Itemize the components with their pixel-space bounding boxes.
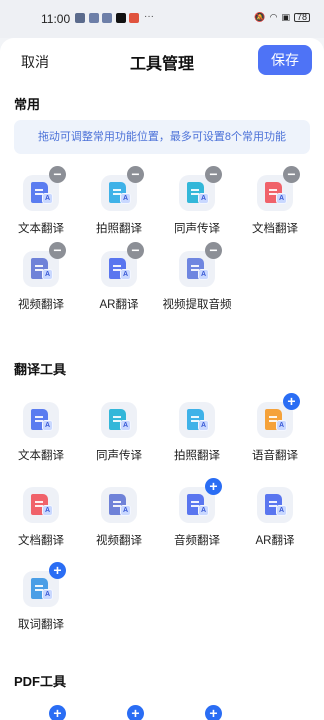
drag-hint: 拖动可调整常用功能位置，最多可设置8个常用功能 — [14, 120, 310, 154]
status-time: 11:00 — [41, 12, 71, 26]
tool-label: 视频翻译 — [96, 535, 142, 547]
add-icon[interactable]: + — [127, 705, 144, 720]
notification-icon — [102, 13, 112, 23]
tool-label: 视频提取音频 — [162, 299, 232, 311]
video-translate-icon: A — [101, 487, 137, 523]
tool-item[interactable]: A AR翻译 — [235, 487, 315, 565]
pdf-tool-item[interactable]: + — [1, 705, 81, 720]
wifi-icon: ◠ — [269, 12, 278, 22]
tool-label: 文档翻译 — [18, 535, 64, 547]
document-translate-icon: A — [23, 487, 59, 523]
tool-item[interactable]: A 同声传译 — [79, 402, 159, 480]
section-title-common: 常用 — [14, 97, 41, 112]
remove-icon[interactable]: − — [205, 166, 222, 183]
ar-translate-icon: A — [257, 487, 293, 523]
remove-icon[interactable]: − — [283, 166, 300, 183]
pdf-tool-item[interactable]: + — [157, 705, 237, 720]
section-title-translate-tools: 翻译工具 — [14, 362, 67, 377]
add-icon[interactable]: + — [205, 705, 222, 720]
pdf-tool-item[interactable]: + — [79, 705, 159, 720]
tiktok-icon — [116, 13, 126, 23]
tool-label: 拍照翻译 — [96, 223, 142, 235]
tool-label: 语音翻译 — [252, 450, 298, 462]
notification-icon — [129, 13, 139, 23]
notification-icon — [75, 13, 85, 23]
simultaneous-interpret-icon: A — [101, 402, 137, 438]
battery-icon: 78 — [294, 13, 310, 22]
tool-item[interactable]: A 文本翻译 — [1, 402, 81, 480]
status-bar: 11:00 ··· 🔕 ◠ ▣ 78 — [0, 0, 324, 38]
add-icon[interactable]: + — [283, 393, 300, 410]
tool-item[interactable]: A − 拍照翻译 — [79, 166, 159, 253]
tool-item[interactable]: A − 视频翻译 — [1, 242, 81, 329]
tool-label: 视频翻译 — [18, 299, 64, 311]
notification-icon — [89, 13, 99, 23]
tool-item[interactable]: A − 视频提取音频 — [157, 242, 237, 329]
tool-label: AR翻译 — [255, 535, 295, 547]
add-icon[interactable]: + — [49, 562, 66, 579]
remove-icon[interactable]: − — [49, 166, 66, 183]
tool-label: 音频翻译 — [174, 535, 220, 547]
save-button[interactable]: 保存 — [258, 45, 312, 75]
tool-item[interactable]: A − 文档翻译 — [235, 166, 315, 253]
mute-icon: 🔕 — [254, 12, 266, 22]
more-notifications-icon: ··· — [144, 11, 154, 22]
add-icon[interactable]: + — [49, 705, 66, 720]
remove-icon[interactable]: − — [127, 242, 144, 259]
sim-icon: ▣ — [281, 12, 290, 22]
photo-translate-icon: A — [179, 402, 215, 438]
remove-icon[interactable]: − — [205, 242, 222, 259]
tool-item[interactable]: A + 音频翻译 — [157, 478, 237, 565]
tool-item[interactable]: A + 语音翻译 — [235, 393, 315, 480]
tool-item[interactable]: A + 取词翻译 — [1, 562, 81, 649]
tool-label: 拍照翻译 — [174, 450, 220, 462]
tool-label: 同声传译 — [96, 450, 142, 462]
tool-item[interactable]: A − 同声传译 — [157, 166, 237, 253]
tool-item[interactable]: A 拍照翻译 — [157, 402, 237, 480]
add-icon[interactable]: + — [205, 478, 222, 495]
tool-label: 同声传译 — [174, 223, 220, 235]
section-title-pdf-tools: PDF工具 — [14, 674, 67, 689]
tool-item[interactable]: A 视频翻译 — [79, 487, 159, 565]
tool-label: 取词翻译 — [18, 619, 64, 631]
tool-management-sheet: 取消 工具管理 保存 常用 拖动可调整常用功能位置，最多可设置8个常用功能 A −… — [0, 38, 324, 720]
tool-label: 文本翻译 — [18, 450, 64, 462]
remove-icon[interactable]: − — [127, 166, 144, 183]
tool-label: AR翻译 — [99, 299, 139, 311]
tool-label: 文档翻译 — [252, 223, 298, 235]
tool-label: 文本翻译 — [18, 223, 64, 235]
text-translate-icon: A — [23, 402, 59, 438]
tool-item[interactable]: A − 文本翻译 — [1, 166, 81, 253]
tool-item[interactable]: A − AR翻译 — [79, 242, 159, 329]
tool-item[interactable]: A 文档翻译 — [1, 487, 81, 565]
remove-icon[interactable]: − — [49, 242, 66, 259]
